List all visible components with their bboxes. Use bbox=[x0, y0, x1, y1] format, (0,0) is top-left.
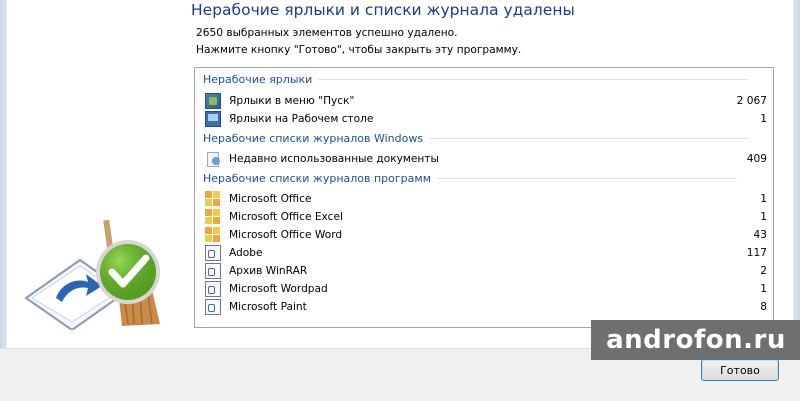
list-item-adobe: Adobe 117 bbox=[205, 244, 767, 262]
list-item-excel: Microsoft Office Excel 1 bbox=[205, 208, 767, 226]
list-item-winrar: Архив WinRAR 2 bbox=[205, 262, 767, 280]
window-frame-left bbox=[0, 0, 7, 400]
divider bbox=[318, 79, 749, 80]
application-icon bbox=[205, 281, 221, 297]
item-count: 8 bbox=[760, 301, 767, 313]
item-count: 1 bbox=[760, 211, 767, 223]
list-item-start-menu: Ярлыки в меню "Пуск" 2 067 bbox=[205, 92, 767, 110]
group-title: Нерабочие списки журналов программ bbox=[203, 172, 431, 185]
desktop-icon bbox=[205, 111, 221, 127]
group-title: Нерабочие ярлыки bbox=[203, 73, 313, 86]
item-label: Microsoft Office bbox=[229, 193, 312, 205]
item-label: Недавно использованные документы bbox=[229, 153, 439, 165]
divider bbox=[437, 178, 737, 179]
done-button[interactable]: Готово bbox=[701, 359, 779, 381]
page-title: Нерабочие ярлыки и списки журнала удален… bbox=[191, 1, 575, 19]
group-header-program-jumplists: Нерабочие списки журналов программ bbox=[203, 172, 737, 185]
office-icon bbox=[205, 191, 221, 207]
application-icon bbox=[205, 245, 221, 261]
item-label: Microsoft Office Excel bbox=[229, 211, 343, 223]
group-header-windows-jumplists: Нерабочие списки журналов Windows bbox=[203, 132, 750, 145]
list-item-paint: Microsoft Paint 8 bbox=[205, 298, 767, 316]
summary-text: 2650 выбранных элементов успешно удалено… bbox=[196, 27, 458, 39]
item-label: Ярлыки в меню "Пуск" bbox=[229, 95, 355, 107]
item-count: 2 bbox=[760, 265, 767, 277]
item-count: 409 bbox=[746, 153, 767, 165]
cleanup-complete-illustration bbox=[24, 220, 160, 330]
office-icon bbox=[205, 227, 221, 243]
site-watermark: androfon.ru bbox=[591, 320, 800, 360]
results-list[interactable]: Нерабочие ярлыки Ярлыки в меню "Пуск" 2 … bbox=[194, 67, 774, 328]
item-count: 117 bbox=[746, 247, 767, 259]
item-count: 1 bbox=[760, 113, 767, 125]
item-label: Microsoft Office Word bbox=[229, 229, 343, 241]
item-count: 1 bbox=[760, 193, 767, 205]
office-icon bbox=[205, 209, 221, 225]
group-title: Нерабочие списки журналов Windows bbox=[203, 132, 424, 145]
item-count: 2 067 bbox=[736, 95, 767, 107]
item-count: 43 bbox=[753, 229, 767, 241]
application-icon bbox=[205, 263, 221, 279]
list-item-office: Microsoft Office 1 bbox=[205, 190, 767, 208]
instruction-text: Нажмите кнопку "Готово", чтобы закрыть э… bbox=[196, 44, 522, 56]
divider bbox=[429, 138, 750, 139]
item-label: Архив WinRAR bbox=[229, 265, 308, 277]
item-label: Adobe bbox=[229, 247, 263, 259]
list-item-word: Microsoft Office Word 43 bbox=[205, 226, 767, 244]
start-menu-icon bbox=[205, 93, 221, 109]
item-label: Microsoft Paint bbox=[229, 301, 307, 313]
check-badge-icon bbox=[96, 240, 160, 304]
application-icon bbox=[205, 299, 221, 315]
list-item-wordpad: Microsoft Wordpad 1 bbox=[205, 280, 767, 298]
recent-documents-icon bbox=[205, 151, 221, 167]
item-label: Ярлыки на Рабочем столе bbox=[229, 113, 374, 125]
item-count: 1 bbox=[760, 283, 767, 295]
group-header-broken-shortcuts: Нерабочие ярлыки bbox=[203, 73, 749, 86]
item-label: Microsoft Wordpad bbox=[229, 283, 328, 295]
list-item-desktop: Ярлыки на Рабочем столе 1 bbox=[205, 110, 767, 128]
list-item-recent-documents: Недавно использованные документы 409 bbox=[205, 150, 767, 168]
